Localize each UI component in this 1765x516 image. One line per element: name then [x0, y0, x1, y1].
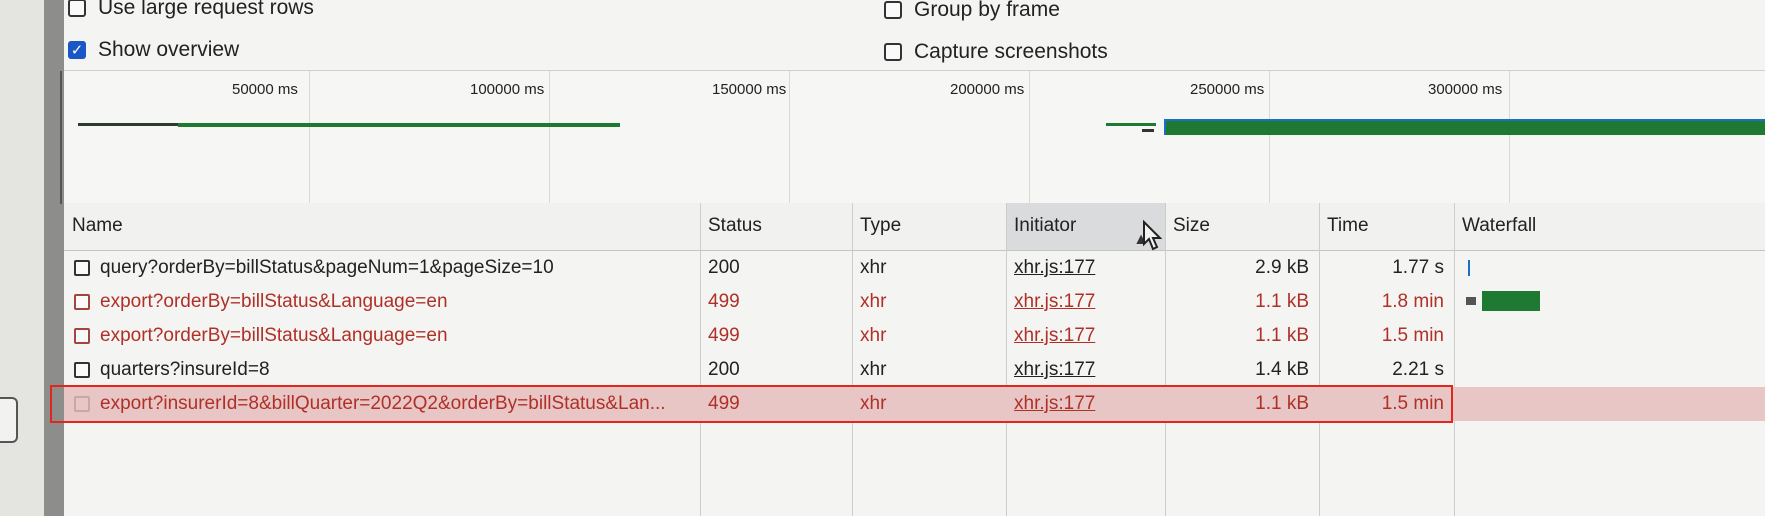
status-cell: 499	[708, 393, 740, 414]
initiator-cell: xhr.js:177	[1006, 387, 1165, 421]
group-by-frame-option[interactable]: Group by frame	[884, 0, 1060, 22]
waterfall-bar	[1482, 291, 1540, 311]
time-cell: 1.5 min	[1381, 325, 1444, 346]
status-cell: 200	[708, 257, 740, 278]
group-by-frame-label: Group by frame	[914, 0, 1060, 21]
waterfall-bar	[1466, 297, 1476, 305]
request-name-cell: export?orderBy=billStatus&Language=en	[64, 285, 700, 319]
request-name: export?orderBy=billStatus&Language=en	[100, 325, 448, 346]
row-checkbox[interactable]	[74, 259, 90, 276]
request-name-cell: quarters?insureId=8	[64, 353, 700, 387]
capture-screenshots-option[interactable]: Capture screenshots	[884, 40, 1108, 64]
initiator-cell: xhr.js:177	[1006, 319, 1165, 353]
use-large-rows-label: Use large request rows	[98, 0, 314, 19]
table-header: Name Status Type Initiator ▲ Size Time W…	[64, 203, 1765, 251]
request-name: quarters?insureId=8	[100, 359, 270, 380]
request-name: query?orderBy=billStatus&pageNum=1&pageS…	[100, 257, 554, 278]
overview-bar	[178, 123, 620, 127]
column-header-name[interactable]: Name	[64, 203, 700, 250]
gridline	[309, 71, 310, 204]
network-panel: Use large request rows ✓ Show overview G…	[50, 0, 1765, 516]
initiator-cell: xhr.js:177	[1006, 285, 1165, 319]
size-cell: 1.1 kB	[1255, 325, 1309, 346]
size-cell: 1.1 kB	[1255, 393, 1309, 414]
tick-label: 100000 ms	[470, 81, 545, 98]
table-row[interactable]: export?orderBy=billStatus&Language=en 49…	[64, 319, 1765, 353]
initiator-link[interactable]: xhr.js:177	[1014, 359, 1095, 380]
initiator-link[interactable]: xhr.js:177	[1014, 393, 1095, 414]
request-name-cell: export?orderBy=billStatus&Language=en	[64, 319, 700, 353]
size-cell: 2.9 kB	[1255, 257, 1309, 278]
type-cell: xhr	[860, 291, 887, 312]
overview-bar	[1164, 119, 1765, 135]
type-cell: xhr	[860, 359, 887, 380]
table-row[interactable]: quarters?insureId=8 200 xhr xhr.js:177 1…	[64, 353, 1765, 387]
side-panel-tab[interactable]	[0, 397, 18, 443]
status-cell: 200	[708, 359, 740, 380]
tick-label: 150000 ms	[712, 81, 787, 98]
request-name-cell: query?orderBy=billStatus&pageNum=1&pageS…	[64, 251, 700, 285]
type-cell: xhr	[860, 393, 887, 414]
size-cell: 1.1 kB	[1255, 291, 1309, 312]
show-overview-label: Show overview	[98, 38, 240, 61]
column-header-time[interactable]: Time	[1319, 203, 1454, 250]
time-cell: 1.8 min	[1381, 291, 1444, 312]
column-header-type[interactable]: Type	[852, 203, 1006, 250]
show-overview-option[interactable]: ✓ Show overview	[68, 38, 239, 62]
row-checkbox[interactable]	[74, 327, 90, 344]
size-cell: 1.4 kB	[1255, 359, 1309, 380]
initiator-link[interactable]: xhr.js:177	[1014, 257, 1095, 278]
show-overview-checkbox[interactable]: ✓	[68, 41, 86, 59]
group-by-frame-checkbox[interactable]	[884, 1, 902, 19]
overview-bar	[78, 123, 178, 126]
overview-timeline[interactable]: 50000 ms 100000 ms 150000 ms 200000 ms 2…	[60, 70, 1765, 205]
mouse-cursor-icon	[1143, 220, 1163, 251]
gridline	[1029, 71, 1030, 204]
type-cell: xhr	[860, 325, 887, 346]
initiator-link[interactable]: xhr.js:177	[1014, 325, 1095, 346]
column-header-size[interactable]: Size	[1165, 203, 1319, 250]
status-cell: 499	[708, 291, 740, 312]
tick-label: 250000 ms	[1190, 81, 1265, 98]
row-checkbox[interactable]	[74, 293, 90, 310]
initiator-cell: xhr.js:177	[1006, 353, 1165, 387]
table-row[interactable]: query?orderBy=billStatus&pageNum=1&pageS…	[64, 251, 1765, 285]
table-row[interactable]: export?orderBy=billStatus&Language=en 49…	[64, 285, 1765, 319]
overview-start-line	[60, 71, 62, 204]
time-cell: 1.5 min	[1381, 393, 1444, 414]
overview-bar	[1142, 129, 1154, 132]
tick-label: 50000 ms	[232, 81, 298, 98]
time-cell: 2.21 s	[1392, 359, 1444, 380]
gridline	[1509, 71, 1510, 204]
column-header-initiator-label: Initiator	[1014, 215, 1077, 236]
waterfall-bar	[1468, 260, 1470, 276]
initiator-cell: xhr.js:177	[1006, 251, 1165, 285]
request-name: export?orderBy=billStatus&Language=en	[100, 291, 448, 312]
type-cell: xhr	[860, 257, 887, 278]
column-header-status[interactable]: Status	[700, 203, 852, 250]
gridline	[1269, 71, 1270, 204]
request-name-cell: export?insurerId=8&billQuarter=2022Q2&or…	[64, 387, 700, 421]
column-header-waterfall[interactable]: Waterfall	[1454, 203, 1765, 250]
time-cell: 1.77 s	[1392, 257, 1444, 278]
use-large-rows-checkbox[interactable]	[68, 0, 86, 17]
capture-screenshots-checkbox[interactable]	[884, 43, 902, 61]
gridline	[549, 71, 550, 204]
use-large-rows-option[interactable]: Use large request rows	[68, 0, 314, 20]
capture-screenshots-label: Capture screenshots	[914, 40, 1108, 63]
row-checkbox[interactable]	[74, 361, 90, 378]
gridline	[789, 71, 790, 204]
request-name: export?insurerId=8&billQuarter=2022Q2&or…	[100, 393, 666, 414]
status-cell: 499	[708, 325, 740, 346]
overview-bar	[1106, 123, 1156, 126]
tick-label: 300000 ms	[1428, 81, 1503, 98]
row-checkbox[interactable]	[74, 395, 90, 412]
requests-table: Name Status Type Initiator ▲ Size Time W…	[50, 203, 1765, 516]
initiator-link[interactable]: xhr.js:177	[1014, 291, 1095, 312]
tick-label: 200000 ms	[950, 81, 1025, 98]
table-row-selected[interactable]: export?insurerId=8&billQuarter=2022Q2&or…	[64, 387, 1765, 421]
